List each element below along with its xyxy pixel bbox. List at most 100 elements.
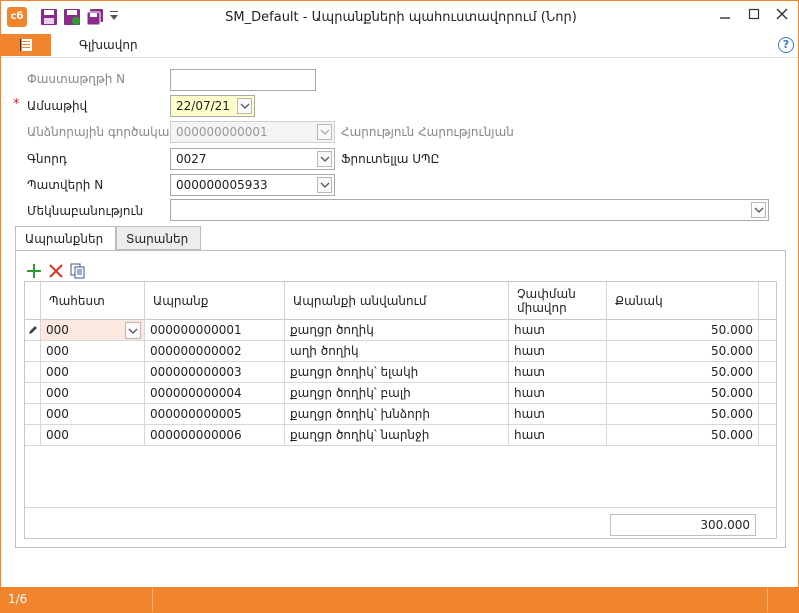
row-indicator-header (25, 282, 41, 320)
column-header-warehouse[interactable]: Պահեստ (41, 282, 145, 320)
cell-quantity[interactable]: 50.000 (607, 383, 759, 404)
customize-quick-access-icon[interactable] (109, 10, 119, 28)
row-spacer (759, 383, 776, 404)
row-indicator[interactable] (25, 425, 41, 446)
status-divider (767, 587, 768, 612)
header-spacer (759, 282, 776, 320)
date-label: Ամսաթիվ (27, 99, 88, 113)
cell-warehouse[interactable]: 000 (41, 362, 145, 383)
tab-containers[interactable]: Տարաներ (116, 226, 201, 250)
cell-item[interactable]: 000000000006 (145, 425, 285, 446)
cell-quantity[interactable]: 50.000 (607, 404, 759, 425)
cell-quantity[interactable]: 50.000 (607, 341, 759, 362)
edit-pencil-icon (29, 326, 37, 334)
tab-products[interactable]: Ապրանքներ (15, 226, 116, 251)
order-field[interactable]: 000000005933 (170, 174, 335, 196)
help-icon[interactable]: ? (778, 37, 794, 53)
column-header-unit[interactable]: Չափման միավոր (509, 282, 607, 320)
required-mark: * (13, 97, 20, 112)
save-icon[interactable] (40, 8, 58, 26)
row-spacer (759, 425, 776, 446)
cell-item-name[interactable]: աղի ծողիկ (285, 341, 509, 362)
cell-unit[interactable]: հատ (509, 320, 607, 341)
cell-quantity[interactable]: 50.000 (607, 320, 759, 341)
order-label: Պատվերի N (27, 178, 104, 192)
order-dropdown-button[interactable] (317, 177, 332, 193)
cell-item-name[interactable]: քաղցր ծողիկ՝ նարնջի (285, 425, 509, 446)
buyer-field[interactable]: 0027 (170, 148, 335, 170)
buyer-value: 0027 (176, 152, 207, 166)
status-divider (152, 587, 153, 612)
cell-item-name[interactable]: քաղցր ծողիկ՝ ելակի (285, 362, 509, 383)
cell-item[interactable]: 000000000004 (145, 383, 285, 404)
row-indicator[interactable] (25, 383, 41, 404)
cell-item[interactable]: 000000000002 (145, 341, 285, 362)
maximize-button[interactable] (740, 5, 768, 27)
responsible-value: 000000000001 (176, 125, 268, 139)
cell-item-name[interactable]: քաղցր ծողիկ՝ խնձորի (285, 404, 509, 425)
minimize-button[interactable] (711, 5, 739, 27)
buyer-label: Գնորդ (27, 152, 67, 166)
cell-item[interactable]: 000000000001 (145, 320, 285, 341)
order-value: 000000005933 (176, 178, 268, 192)
buyer-dropdown-button[interactable] (317, 151, 332, 167)
warehouse-dropdown-button[interactable] (125, 322, 141, 339)
doc-number-label: Փաստաթղթի N (27, 72, 126, 86)
save-copy-icon[interactable] (86, 8, 104, 26)
cell-warehouse[interactable]: 000 (41, 341, 145, 362)
save-and-close-icon[interactable] (63, 8, 81, 26)
comment-dropdown-button[interactable] (751, 202, 766, 218)
column-header-item[interactable]: Ապրանք (145, 282, 285, 320)
row-spacer (759, 362, 776, 383)
row-spacer (759, 320, 776, 341)
cell-unit[interactable]: հատ (509, 425, 607, 446)
close-button[interactable] (768, 5, 796, 27)
cell-warehouse[interactable]: 000 (41, 425, 145, 446)
row-spacer (759, 404, 776, 425)
comment-field[interactable] (170, 199, 769, 221)
file-menu-button[interactable] (1, 34, 51, 56)
row-indicator[interactable] (25, 320, 41, 341)
date-dropdown-button[interactable] (237, 98, 252, 114)
responsible-field: 000000000001 (170, 121, 335, 143)
cell-item-name[interactable]: քաղցր ծողիկ՝ բալի (285, 383, 509, 404)
column-header-quantity[interactable]: Քանակ (607, 282, 759, 320)
cell-unit[interactable]: հատ (509, 404, 607, 425)
comment-label: Մեկնաբանություն (27, 204, 144, 218)
cell-unit[interactable]: հատ (509, 383, 607, 404)
cell-unit[interactable]: հատ (509, 362, 607, 383)
grid-footer-separator (25, 507, 776, 508)
ribbon: Գլխավոր ? (1, 34, 798, 58)
app-logo-icon[interactable]: cб (7, 7, 27, 27)
items-grid: Պահեստ Ապրանք Ապրանքի անվանում Չափման մի… (24, 281, 777, 539)
cell-unit[interactable]: հատ (509, 341, 607, 362)
tab-home[interactable]: Գլխավոր (79, 38, 138, 52)
buyer-name: Ֆրուտելլա ՍՊԸ (341, 152, 440, 166)
cell-warehouse[interactable]: 000 (41, 404, 145, 425)
cell-item[interactable]: 000000000005 (145, 404, 285, 425)
record-position: 1/6 (8, 592, 28, 606)
cell-warehouse[interactable]: 000 (41, 383, 145, 404)
date-field[interactable]: 22/07/21 (170, 95, 255, 117)
copy-row-icon[interactable] (70, 263, 88, 279)
menu-list-icon (20, 39, 32, 51)
delete-row-icon[interactable] (48, 263, 66, 279)
cell-quantity[interactable]: 50.000 (607, 425, 759, 446)
row-spacer (759, 341, 776, 362)
responsible-dropdown-button (317, 124, 332, 140)
responsible-label: Անձնորային գործակալ (27, 125, 173, 139)
add-row-icon[interactable] (26, 263, 44, 279)
responsible-name: Հարություն Հարությունյան (341, 125, 514, 139)
cell-quantity[interactable]: 50.000 (607, 362, 759, 383)
date-value: 22/07/21 (176, 99, 230, 113)
cell-item[interactable]: 000000000003 (145, 362, 285, 383)
row-indicator[interactable] (25, 404, 41, 425)
doc-number-field[interactable] (170, 69, 316, 91)
status-bar: 1/6 (1, 587, 798, 612)
column-header-item-name[interactable]: Ապրանքի անվանում (285, 282, 509, 320)
row-indicator[interactable] (25, 362, 41, 383)
title-bar: cб SM_Default - Ապրանքների պահուստավորու… (1, 1, 798, 33)
window-title: SM_Default - Ապրանքների պահուստավորում (… (225, 10, 577, 25)
row-indicator[interactable] (25, 341, 41, 362)
cell-item-name[interactable]: քաղցր ծողիկ (285, 320, 509, 341)
